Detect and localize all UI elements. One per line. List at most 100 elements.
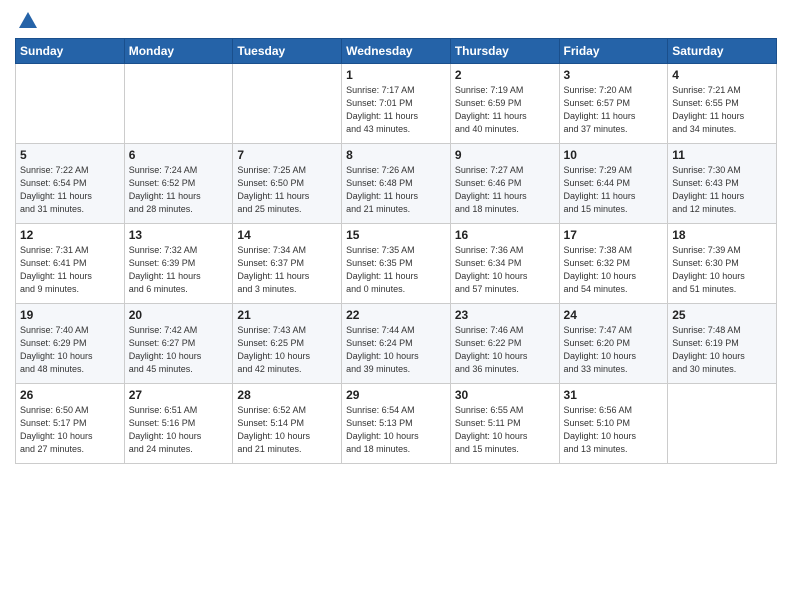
day-cell: 30Sunrise: 6:55 AM Sunset: 5:11 PM Dayli… bbox=[450, 384, 559, 464]
day-number: 1 bbox=[346, 68, 446, 82]
day-cell: 27Sunrise: 6:51 AM Sunset: 5:16 PM Dayli… bbox=[124, 384, 233, 464]
day-cell: 31Sunrise: 6:56 AM Sunset: 5:10 PM Dayli… bbox=[559, 384, 668, 464]
day-number: 2 bbox=[455, 68, 555, 82]
weekday-header-saturday: Saturday bbox=[668, 39, 777, 64]
day-number: 29 bbox=[346, 388, 446, 402]
day-number: 20 bbox=[129, 308, 229, 322]
day-cell: 1 Sunrise: 7:17 AM Sunset: 7:01 PM Daylig… bbox=[342, 64, 451, 144]
day-info: Sunrise: 6:54 AM Sunset: 5:13 PM Dayligh… bbox=[346, 404, 446, 456]
day-info: Sunrise: 7:42 AM Sunset: 6:27 PM Dayligh… bbox=[129, 324, 229, 376]
day-number: 15 bbox=[346, 228, 446, 242]
day-number: 22 bbox=[346, 308, 446, 322]
day-info: Sunrise: 6:50 AM Sunset: 5:17 PM Dayligh… bbox=[20, 404, 120, 456]
day-cell: 15 Sunrise: 7:35 AM Sunset: 6:35 PM Dayli… bbox=[342, 224, 451, 304]
day-cell: 24 Sunrise: 7:47 AM Sunset: 6:20 PM Dayli… bbox=[559, 304, 668, 384]
day-info: Sunrise: 7:48 AM Sunset: 6:19 PM Dayligh… bbox=[672, 324, 772, 376]
day-info: Sunrise: 7:29 AM Sunset: 6:44 PM Dayligh… bbox=[564, 164, 664, 216]
day-info: Sunrise: 7:34 AM Sunset: 6:37 PM Dayligh… bbox=[237, 244, 337, 296]
day-info: Sunrise: 7:38 AM Sunset: 6:32 PM Dayligh… bbox=[564, 244, 664, 296]
day-info: Sunrise: 7:46 AM Sunset: 6:22 PM Dayligh… bbox=[455, 324, 555, 376]
day-info: Sunrise: 7:20 AM Sunset: 6:57 PM Dayligh… bbox=[564, 84, 664, 136]
day-cell: 18 Sunrise: 7:39 AM Sunset: 6:30 PM Dayli… bbox=[668, 224, 777, 304]
day-info: Sunrise: 7:19 AM Sunset: 6:59 PM Dayligh… bbox=[455, 84, 555, 136]
day-cell: 6 Sunrise: 7:24 AM Sunset: 6:52 PM Daylig… bbox=[124, 144, 233, 224]
day-number: 13 bbox=[129, 228, 229, 242]
day-cell: 13 Sunrise: 7:32 AM Sunset: 6:39 PM Dayli… bbox=[124, 224, 233, 304]
day-number: 6 bbox=[129, 148, 229, 162]
day-cell: 22 Sunrise: 7:44 AM Sunset: 6:24 PM Dayli… bbox=[342, 304, 451, 384]
day-cell: 5 Sunrise: 7:22 AM Sunset: 6:54 PM Daylig… bbox=[16, 144, 125, 224]
day-cell: 26 Sunrise: 6:50 AM Sunset: 5:17 PM Dayli… bbox=[16, 384, 125, 464]
day-number: 26 bbox=[20, 388, 120, 402]
week-row-2: 5 Sunrise: 7:22 AM Sunset: 6:54 PM Daylig… bbox=[16, 144, 777, 224]
day-cell: 3 Sunrise: 7:20 AM Sunset: 6:57 PM Daylig… bbox=[559, 64, 668, 144]
day-number: 7 bbox=[237, 148, 337, 162]
day-info: Sunrise: 7:17 AM Sunset: 7:01 PM Dayligh… bbox=[346, 84, 446, 136]
week-row-4: 19 Sunrise: 7:40 AM Sunset: 6:29 PM Dayli… bbox=[16, 304, 777, 384]
day-info: Sunrise: 7:40 AM Sunset: 6:29 PM Dayligh… bbox=[20, 324, 120, 376]
weekday-header-monday: Monday bbox=[124, 39, 233, 64]
day-cell: 17 Sunrise: 7:38 AM Sunset: 6:32 PM Dayli… bbox=[559, 224, 668, 304]
day-number: 8 bbox=[346, 148, 446, 162]
day-info: Sunrise: 7:32 AM Sunset: 6:39 PM Dayligh… bbox=[129, 244, 229, 296]
day-cell: 25Sunrise: 7:48 AM Sunset: 6:19 PM Dayli… bbox=[668, 304, 777, 384]
day-cell: 8 Sunrise: 7:26 AM Sunset: 6:48 PM Daylig… bbox=[342, 144, 451, 224]
day-number: 14 bbox=[237, 228, 337, 242]
day-info: Sunrise: 7:24 AM Sunset: 6:52 PM Dayligh… bbox=[129, 164, 229, 216]
day-number: 16 bbox=[455, 228, 555, 242]
day-info: Sunrise: 6:52 AM Sunset: 5:14 PM Dayligh… bbox=[237, 404, 337, 456]
day-number: 24 bbox=[564, 308, 664, 322]
weekday-header-friday: Friday bbox=[559, 39, 668, 64]
day-info: Sunrise: 6:56 AM Sunset: 5:10 PM Dayligh… bbox=[564, 404, 664, 456]
day-info: Sunrise: 7:30 AM Sunset: 6:43 PM Dayligh… bbox=[672, 164, 772, 216]
weekday-header-thursday: Thursday bbox=[450, 39, 559, 64]
day-info: Sunrise: 7:47 AM Sunset: 6:20 PM Dayligh… bbox=[564, 324, 664, 376]
day-cell: 19 Sunrise: 7:40 AM Sunset: 6:29 PM Dayli… bbox=[16, 304, 125, 384]
logo-icon bbox=[17, 10, 39, 32]
day-cell: 2 Sunrise: 7:19 AM Sunset: 6:59 PM Daylig… bbox=[450, 64, 559, 144]
day-number: 4 bbox=[672, 68, 772, 82]
day-number: 28 bbox=[237, 388, 337, 402]
day-cell bbox=[668, 384, 777, 464]
day-cell: 23 Sunrise: 7:46 AM Sunset: 6:22 PM Dayli… bbox=[450, 304, 559, 384]
day-info: Sunrise: 7:27 AM Sunset: 6:46 PM Dayligh… bbox=[455, 164, 555, 216]
weekday-header-row: SundayMondayTuesdayWednesdayThursdayFrid… bbox=[16, 39, 777, 64]
day-info: Sunrise: 7:43 AM Sunset: 6:25 PM Dayligh… bbox=[237, 324, 337, 376]
day-number: 17 bbox=[564, 228, 664, 242]
day-info: Sunrise: 7:39 AM Sunset: 6:30 PM Dayligh… bbox=[672, 244, 772, 296]
day-number: 5 bbox=[20, 148, 120, 162]
day-cell: 9 Sunrise: 7:27 AM Sunset: 6:46 PM Daylig… bbox=[450, 144, 559, 224]
week-row-5: 26 Sunrise: 6:50 AM Sunset: 5:17 PM Dayli… bbox=[16, 384, 777, 464]
day-cell: 7 Sunrise: 7:25 AM Sunset: 6:50 PM Daylig… bbox=[233, 144, 342, 224]
day-cell: 14 Sunrise: 7:34 AM Sunset: 6:37 PM Dayli… bbox=[233, 224, 342, 304]
day-info: Sunrise: 7:26 AM Sunset: 6:48 PM Dayligh… bbox=[346, 164, 446, 216]
day-cell: 21Sunrise: 7:43 AM Sunset: 6:25 PM Dayli… bbox=[233, 304, 342, 384]
day-number: 19 bbox=[20, 308, 120, 322]
day-number: 23 bbox=[455, 308, 555, 322]
day-cell bbox=[16, 64, 125, 144]
day-info: Sunrise: 7:44 AM Sunset: 6:24 PM Dayligh… bbox=[346, 324, 446, 376]
calendar: SundayMondayTuesdayWednesdayThursdayFrid… bbox=[15, 38, 777, 464]
day-info: Sunrise: 7:21 AM Sunset: 6:55 PM Dayligh… bbox=[672, 84, 772, 136]
day-cell bbox=[233, 64, 342, 144]
day-number: 18 bbox=[672, 228, 772, 242]
day-info: Sunrise: 6:55 AM Sunset: 5:11 PM Dayligh… bbox=[455, 404, 555, 456]
week-row-1: 1 Sunrise: 7:17 AM Sunset: 7:01 PM Daylig… bbox=[16, 64, 777, 144]
week-row-3: 12Sunrise: 7:31 AM Sunset: 6:41 PM Dayli… bbox=[16, 224, 777, 304]
day-cell: 11Sunrise: 7:30 AM Sunset: 6:43 PM Dayli… bbox=[668, 144, 777, 224]
day-cell bbox=[124, 64, 233, 144]
weekday-header-wednesday: Wednesday bbox=[342, 39, 451, 64]
day-cell: 12Sunrise: 7:31 AM Sunset: 6:41 PM Dayli… bbox=[16, 224, 125, 304]
day-number: 9 bbox=[455, 148, 555, 162]
day-info: Sunrise: 7:36 AM Sunset: 6:34 PM Dayligh… bbox=[455, 244, 555, 296]
day-cell: 4 Sunrise: 7:21 AM Sunset: 6:55 PM Daylig… bbox=[668, 64, 777, 144]
day-info: Sunrise: 7:22 AM Sunset: 6:54 PM Dayligh… bbox=[20, 164, 120, 216]
day-info: Sunrise: 7:31 AM Sunset: 6:41 PM Dayligh… bbox=[20, 244, 120, 296]
day-info: Sunrise: 7:25 AM Sunset: 6:50 PM Dayligh… bbox=[237, 164, 337, 216]
day-number: 3 bbox=[564, 68, 664, 82]
day-cell: 16 Sunrise: 7:36 AM Sunset: 6:34 PM Dayli… bbox=[450, 224, 559, 304]
day-info: Sunrise: 7:35 AM Sunset: 6:35 PM Dayligh… bbox=[346, 244, 446, 296]
day-info: Sunrise: 6:51 AM Sunset: 5:16 PM Dayligh… bbox=[129, 404, 229, 456]
weekday-header-tuesday: Tuesday bbox=[233, 39, 342, 64]
header bbox=[15, 10, 777, 32]
